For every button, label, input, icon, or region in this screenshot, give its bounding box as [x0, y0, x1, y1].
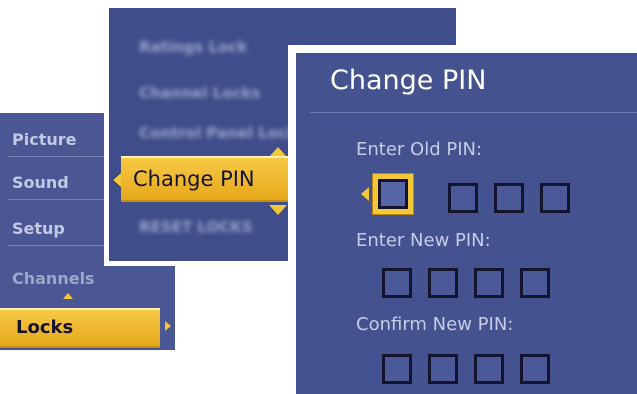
confirm-pin-digit-4[interactable]: [520, 354, 550, 384]
menu-item-sound[interactable]: Sound: [12, 168, 69, 198]
new-pin-digit-1[interactable]: [382, 268, 412, 298]
back-arrow-icon[interactable]: [113, 173, 121, 187]
menu-item-change-pin[interactable]: Change PIN: [121, 156, 293, 202]
menu-item-picture[interactable]: Picture: [12, 125, 76, 155]
old-pin-digit-4[interactable]: [540, 183, 570, 213]
new-pin-label: Enter New PIN:: [356, 230, 491, 251]
menu-item-change-pin-label: Change PIN: [133, 167, 255, 191]
confirm-pin-label: Confirm New PIN:: [356, 314, 514, 335]
old-pin-label: Enter Old PIN:: [356, 139, 483, 160]
old-pin-digit-2[interactable]: [448, 183, 478, 213]
menu-item-reset-locks[interactable]: RESET LOCKS: [139, 218, 253, 236]
confirm-pin-digit-3[interactable]: [474, 354, 504, 384]
confirm-pin-digit-1[interactable]: [382, 354, 412, 384]
change-pin-dialog: Change PIN Enter Old PIN: Enter New PIN:…: [288, 45, 637, 394]
menu-item-control-panel-lock[interactable]: Control Panel Lock: [139, 124, 297, 142]
scroll-down-icon[interactable]: [269, 205, 287, 215]
menu-item-ratings-lock[interactable]: Ratings Lock: [139, 38, 247, 56]
new-pin-digit-3[interactable]: [474, 268, 504, 298]
new-pin-digit-4[interactable]: [520, 268, 550, 298]
menu-item-channel-locks[interactable]: Channel Locks: [139, 84, 260, 102]
old-pin-digit-3[interactable]: [494, 183, 524, 213]
old-pin-digit-1[interactable]: [372, 173, 414, 215]
menu-item-channels[interactable]: Channels: [12, 264, 95, 294]
menu-item-locks[interactable]: Locks: [0, 308, 160, 348]
left-arrow-icon: [361, 187, 369, 201]
menu-item-locks-label: Locks: [16, 317, 74, 338]
confirm-pin-digit-2[interactable]: [428, 354, 458, 384]
new-pin-digit-2[interactable]: [428, 268, 458, 298]
scroll-up-icon[interactable]: [63, 293, 73, 299]
submenu-arrow-icon: [165, 321, 171, 331]
dialog-title: Change PIN: [330, 65, 487, 96]
title-divider: [310, 112, 637, 113]
menu-item-setup[interactable]: Setup: [12, 214, 65, 244]
